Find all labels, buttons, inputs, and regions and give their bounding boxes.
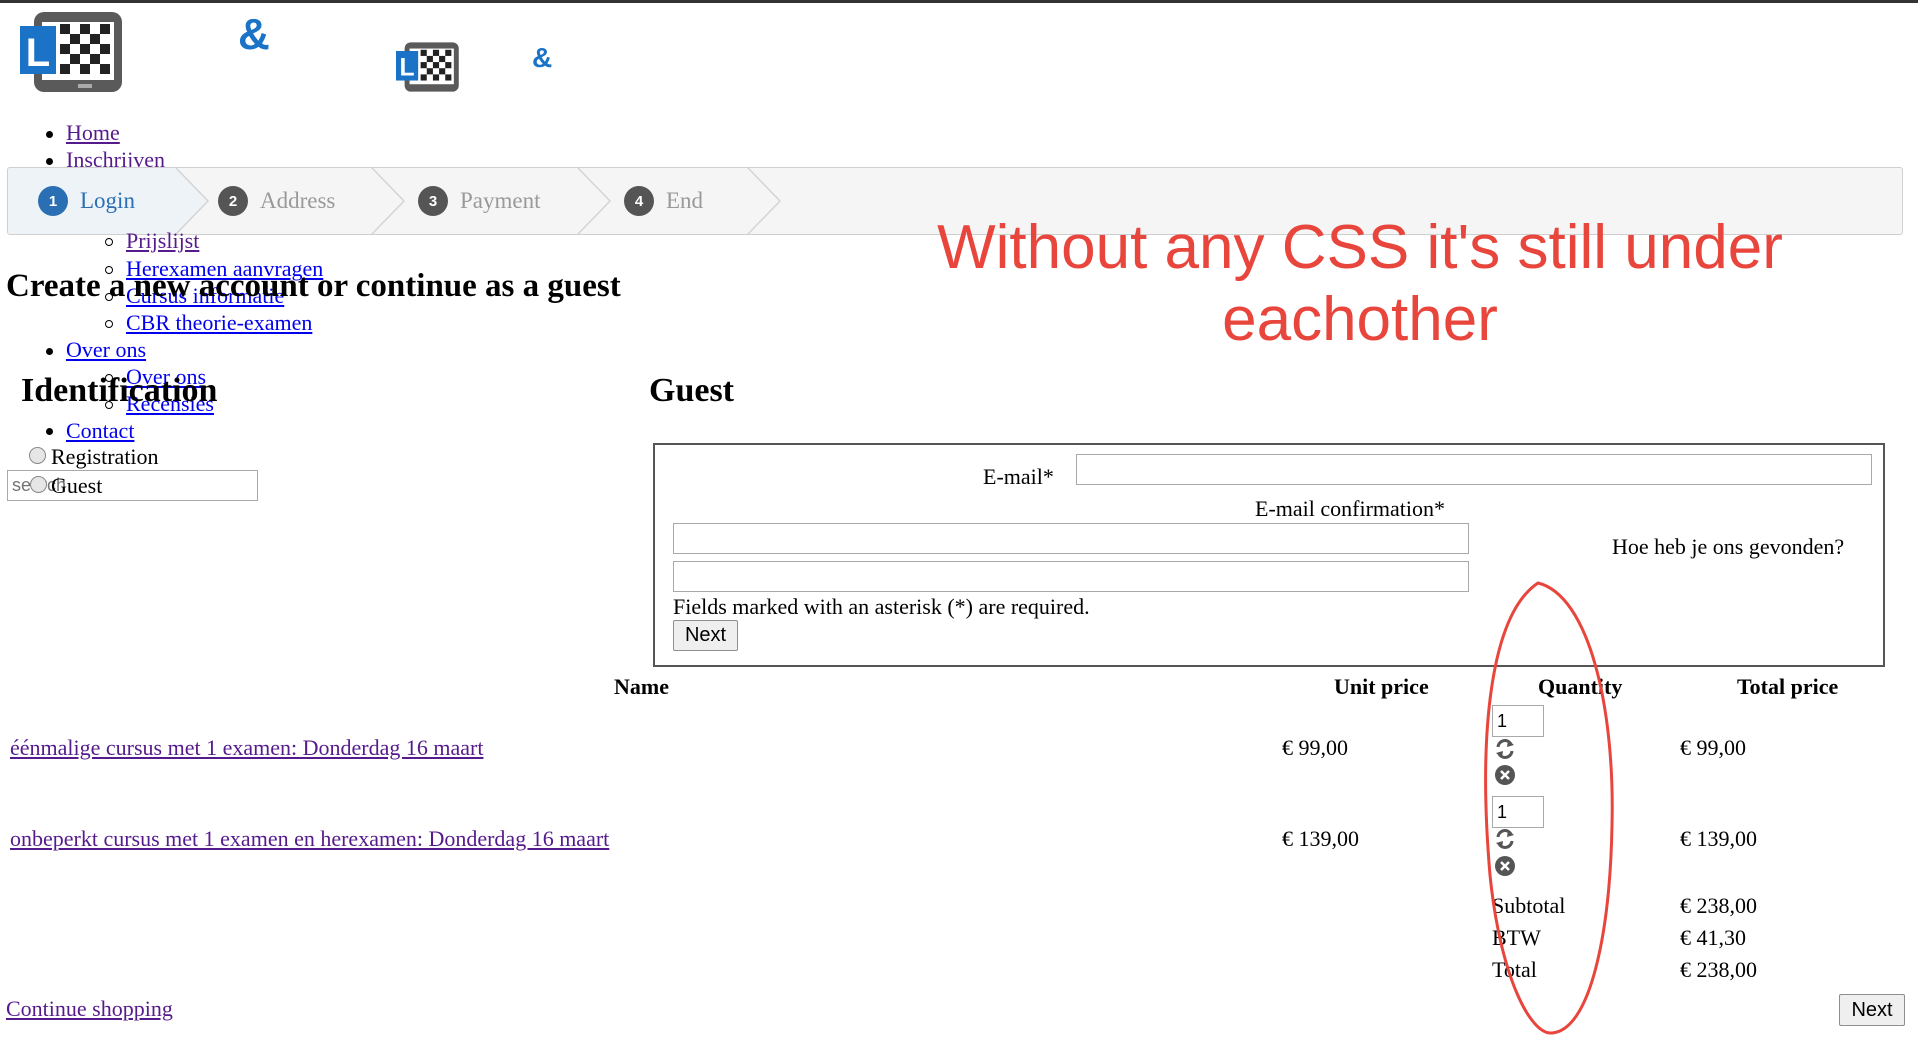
guest-option-label: Guest [51,473,103,498]
step-number: 3 [418,186,448,216]
col-header-unit-price: Unit price [1334,674,1429,699]
step-number: 1 [38,186,68,216]
subtotal-value: € 238,00 [1680,893,1757,918]
step-label: Login [80,188,135,213]
identification-heading: Identification [21,372,218,409]
registration-radio[interactable] [29,447,46,464]
step-end[interactable]: 4 End [624,168,703,234]
logo-icon: L [396,42,459,92]
cart-item-link[interactable]: onbeperkt cursus met 1 examen en herexam… [10,826,609,852]
svg-text:L: L [26,31,50,75]
email-confirm-label: E-mail confirmation* [1255,496,1445,521]
nav-bullet [46,158,53,165]
step-number: 2 [218,186,248,216]
checkout-next-button[interactable]: Next [1839,994,1905,1026]
required-note: Fields marked with an asterisk (*) are r… [673,594,1090,619]
guest-heading: Guest [649,372,734,409]
nav-bullet [46,428,53,435]
step-login[interactable]: 1 Login [38,168,135,234]
step-label: Address [260,188,336,213]
cart-item-link[interactable]: éénmalige cursus met 1 examen: Donderdag… [10,735,483,761]
nav-item-home[interactable]: Home [66,120,120,146]
nav-sub-bullet [105,238,113,246]
found-us-input[interactable] [673,561,1469,592]
site-logo-small[interactable]: L [396,42,460,98]
annotation-text: Without any CSS it's still under eachoth… [900,212,1820,356]
annotation-line-1: Without any CSS it's still under [937,213,1783,282]
step-payment[interactable]: 3 Payment [418,168,541,234]
annotation-line-2: eachother [1222,285,1498,354]
step-number: 4 [624,186,654,216]
cart-item-unit-price: € 99,00 [1282,735,1348,760]
nav-item-contact[interactable]: Contact [66,418,134,444]
nav-item-over-ons[interactable]: Over ons [66,337,146,363]
total-value: € 238,00 [1680,957,1757,982]
nav-item-prijslijst[interactable]: Prijslijst [126,228,199,254]
nav-bullet [46,131,53,138]
cart-item-unit-price: € 139,00 [1282,826,1359,851]
logo-icon: L [20,12,122,92]
nav-bullet [46,348,53,355]
email-label: E-mail* [983,464,1054,489]
cart-item-total-price: € 99,00 [1680,735,1746,760]
nav-sub-bullet [105,320,113,328]
annotation-ellipse [1484,581,1614,1035]
logo-ampersand-small: & [532,42,553,73]
site-logo[interactable]: L [20,12,124,98]
email-input[interactable] [1076,454,1872,485]
col-header-name: Name [614,674,669,699]
registration-label: Registration [51,444,159,469]
col-header-total-price: Total price [1737,674,1839,699]
page-title: Create a new account or continue as a gu… [6,268,621,304]
continue-shopping-link[interactable]: Continue shopping [6,996,173,1022]
nav-item-cbr[interactable]: CBR theorie-examen [126,310,312,336]
guest-next-button[interactable]: Next [673,620,738,651]
step-label: End [666,188,704,213]
btw-value: € 41,30 [1680,925,1746,950]
step-label: Payment [460,188,541,213]
step-address[interactable]: 2 Address [218,168,335,234]
email-confirm-input[interactable] [673,523,1469,554]
cart-item-total-price: € 139,00 [1680,826,1757,851]
found-us-label: Hoe heb je ons gevonden? [1612,534,1845,559]
window-top-border [0,0,1918,3]
logo-ampersand: & [238,10,270,59]
svg-text:L: L [400,55,415,82]
guest-radio[interactable] [30,476,47,493]
